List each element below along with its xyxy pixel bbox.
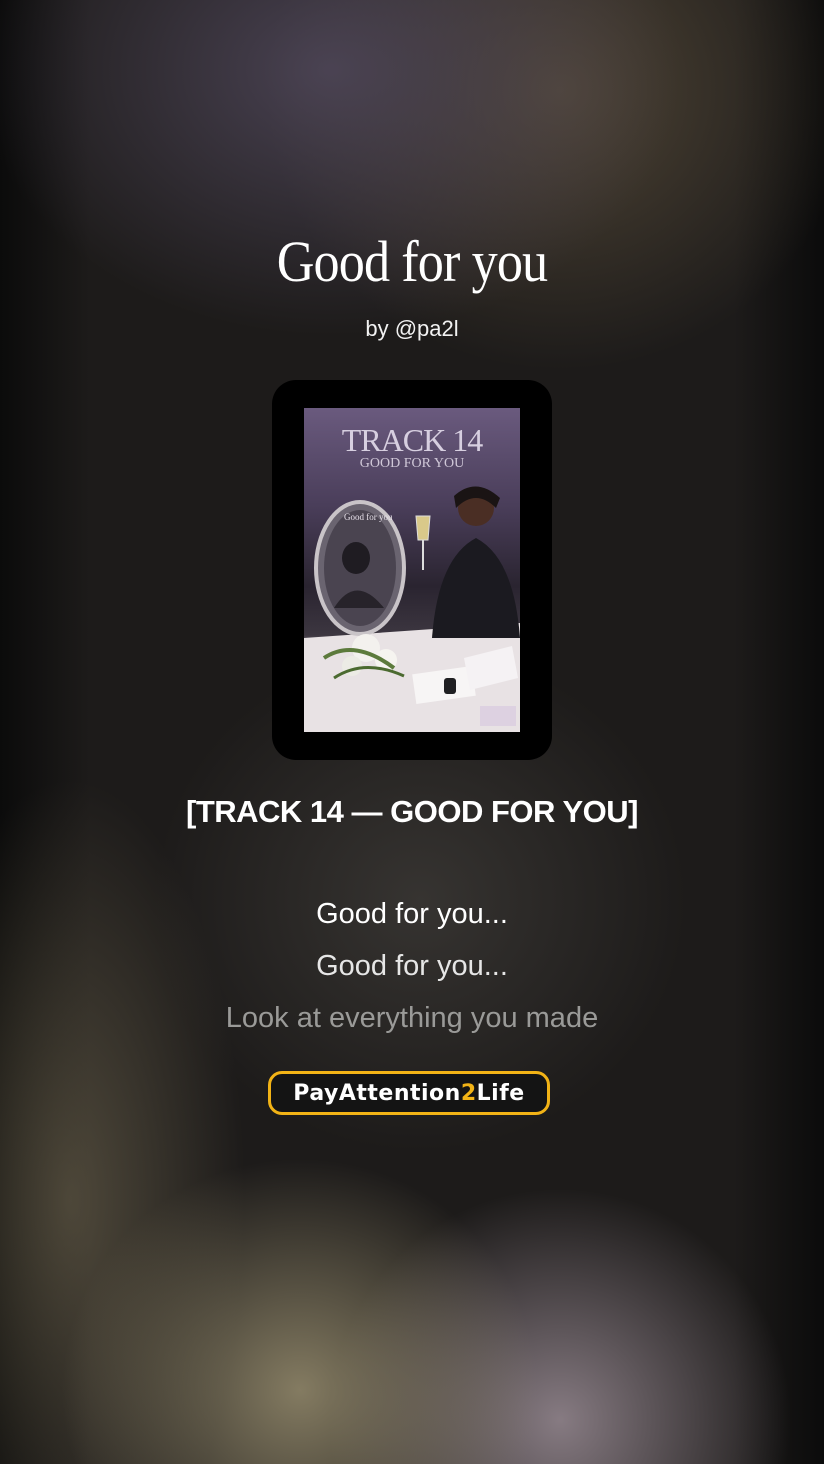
lyric-line: Good for you...: [316, 950, 508, 982]
cover-track-name: GOOD FOR YOU: [359, 456, 465, 471]
mirror-caption: Good for you: [344, 512, 393, 522]
song-title: Good for you: [276, 229, 548, 294]
brand-logo-text: PayAttention2Life: [293, 1080, 525, 1106]
brand-logo-badge[interactable]: PayAttention2Life: [268, 1071, 550, 1115]
lyric-line: Look at everything you made: [225, 1002, 599, 1034]
cover-track-number: TRACK 14: [341, 422, 483, 458]
cover-art-image: Good for you TRACK 14 GOOD FOR YOU: [304, 408, 520, 732]
track-heading: [TRACK 14 — GOOD FOR YOU]: [186, 794, 638, 829]
author-link[interactable]: by @pa2l: [0, 316, 824, 342]
lyric-line: Good for you...: [316, 898, 508, 930]
